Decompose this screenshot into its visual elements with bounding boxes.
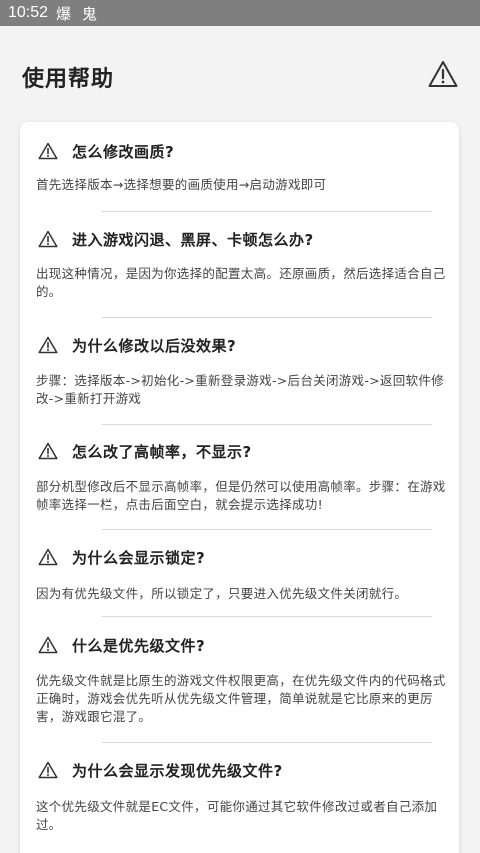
faq-answer: 步骤：选择版本->初始化->重新登录游戏->后台关闭游戏->返回软件修改->重新… <box>36 373 444 406</box>
faq-item: 为什么会显示发现优先级文件? 这个优先级文件就是EC文件，可能你通过其它软件修改… <box>20 755 459 833</box>
faq-question-row[interactable]: 为什么会显示锁定? <box>20 542 459 572</box>
faq-item: 怎么修改画质? 首先选择版本→选择想要的画质使用→启动游戏即可 <box>20 136 459 193</box>
faq-question-row[interactable]: 什么是优先级文件? <box>20 630 459 660</box>
faq-item: 什么是优先级文件? 优先级文件就是比原生的游戏文件权限更高，在优先级文件内的代码… <box>20 630 459 725</box>
faq-question-row[interactable]: 进入游戏闪退、黑屏、卡顿怎么办? <box>20 224 459 254</box>
divider <box>102 317 432 318</box>
divider <box>102 211 432 212</box>
warning-icon[interactable] <box>428 60 458 88</box>
faq-answer: 首先选择版本→选择想要的画质使用→启动游戏即可 <box>36 177 327 192</box>
faq-question: 为什么修改以后没效果? <box>72 336 237 355</box>
divider <box>102 529 432 530</box>
warning-icon <box>38 548 58 566</box>
faq-item: 进入游戏闪退、黑屏、卡顿怎么办? 出现这种情况，是因为你选择的配置太高。还原画质… <box>20 224 459 300</box>
faq-answer: 因为有优先级文件，所以锁定了，只要进入优先级文件关闭就行。 <box>36 586 408 601</box>
faq-question: 怎么改了高帧率，不显示? <box>72 442 252 461</box>
warning-icon <box>38 230 58 248</box>
warning-icon <box>38 142 58 160</box>
faq-question-row[interactable]: 怎么改了高帧率，不显示? <box>20 436 459 466</box>
faq-question: 进入游戏闪退、黑屏、卡顿怎么办? <box>72 230 314 249</box>
faq-question-row[interactable]: 怎么修改画质? <box>20 136 459 166</box>
faq-question-row[interactable]: 为什么会显示发现优先级文件? <box>20 755 459 785</box>
faq-question: 为什么会显示锁定? <box>72 548 206 567</box>
status-time: 10:52 <box>8 4 49 21</box>
warning-icon <box>38 636 58 654</box>
faq-answer: 部分机型修改后不显示高帧率，但是仍然可以使用高帧率。步骤：在游戏帧率选择一栏，点… <box>36 479 446 512</box>
faq-question: 什么是优先级文件? <box>72 636 206 655</box>
divider <box>102 742 432 743</box>
faq-answer: 出现这种情况，是因为你选择的配置太高。还原画质，然后选择适合自己的。 <box>36 266 446 299</box>
header: 使用帮助 <box>0 26 480 122</box>
faq-question: 为什么会显示发现优先级文件? <box>72 761 283 780</box>
page-title: 使用帮助 <box>22 67 115 92</box>
faq-item: 为什么会显示锁定? 因为有优先级文件，所以锁定了，只要进入优先级文件关闭就行。 <box>20 542 459 602</box>
faq-answer: 优先级文件就是比原生的游戏文件权限更高，在优先级文件内的代码格式正确时，游戏会优… <box>36 673 446 724</box>
warning-icon <box>38 442 58 460</box>
status-bar: 10:52 爆 鬼 <box>0 0 480 26</box>
status-notification-icons: 爆 鬼 <box>56 4 100 23</box>
divider <box>102 424 432 425</box>
faq-question-row[interactable]: 为什么修改以后没效果? <box>20 330 459 360</box>
faq-question: 怎么修改画质? <box>72 142 175 161</box>
warning-icon <box>38 761 58 779</box>
help-card: 怎么修改画质? 首先选择版本→选择想要的画质使用→启动游戏即可 进入游戏闪退、黑… <box>20 122 459 853</box>
faq-item: 怎么改了高帧率，不显示? 部分机型修改后不显示高帧率，但是仍然可以使用高帧率。步… <box>20 436 459 513</box>
faq-answer: 这个优先级文件就是EC文件，可能你通过其它软件修改过或者自己添加过。 <box>36 799 438 832</box>
warning-icon <box>38 336 58 354</box>
faq-item: 为什么修改以后没效果? 步骤：选择版本->初始化->重新登录游戏->后台关闭游戏… <box>20 330 459 407</box>
divider <box>102 616 432 617</box>
